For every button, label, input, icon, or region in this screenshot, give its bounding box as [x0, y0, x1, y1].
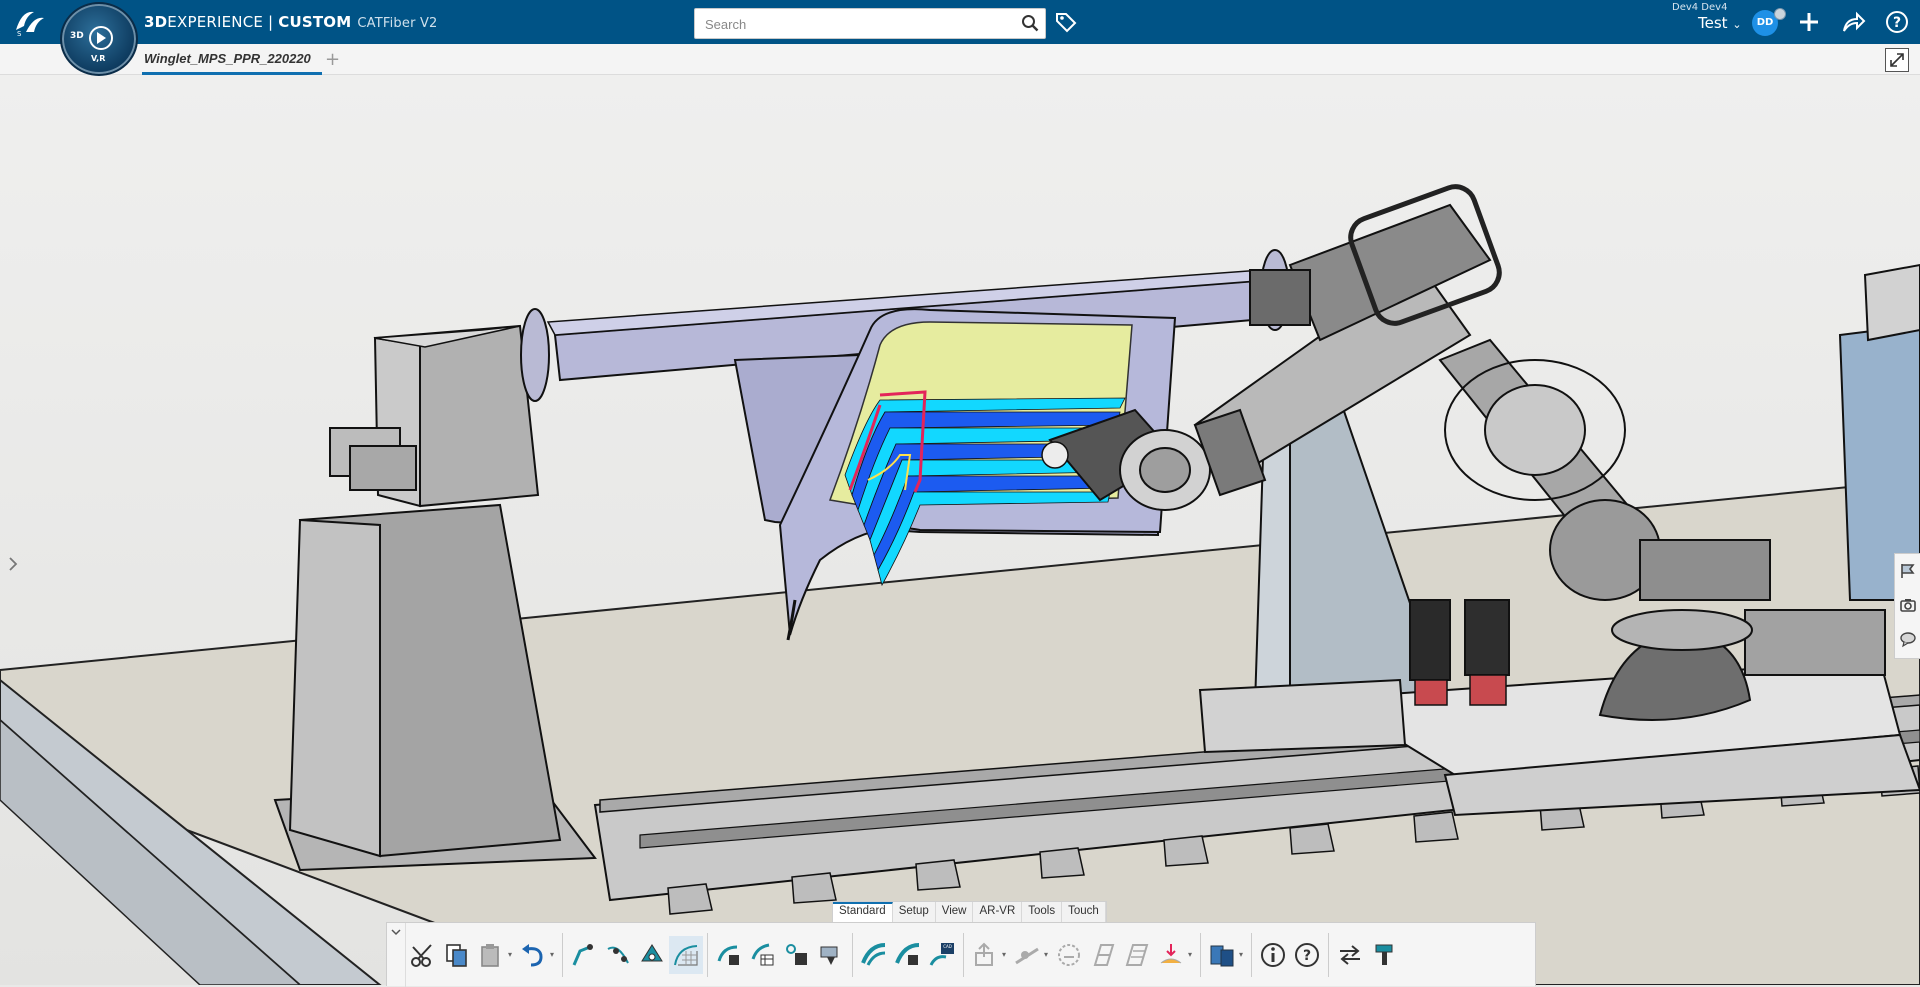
- compass-icon[interactable]: 3D V,R: [60, 2, 138, 76]
- ply-flat-icon[interactable]: [1120, 936, 1154, 974]
- tag-icon[interactable]: [1054, 10, 1078, 34]
- camera-icon[interactable]: [1895, 588, 1920, 622]
- collab-space-label: Test: [1698, 14, 1728, 32]
- layup-grid-icon[interactable]: [669, 935, 703, 974]
- chevron-down-icon[interactable]: ▾: [1188, 950, 1196, 959]
- flag-icon[interactable]: [1895, 554, 1920, 588]
- simulation-icon[interactable]: [814, 936, 848, 974]
- brand-name: EXPERIENCE |: [167, 13, 279, 31]
- info-icon[interactable]: [1256, 936, 1290, 974]
- chevron-down-icon: ⌄: [1732, 18, 1742, 31]
- action-bar: ▾ ▾ CAD ▾ ▾ ▾ ▾ ?: [386, 922, 1536, 987]
- undo-icon[interactable]: [516, 936, 550, 974]
- compass-3d-label: 3D: [70, 31, 84, 41]
- tab-view[interactable]: View: [936, 902, 974, 924]
- svg-text:CAD: CAD: [943, 944, 952, 949]
- compass-vr-label: V,R: [91, 54, 106, 63]
- help-icon[interactable]: ?: [1290, 936, 1324, 974]
- copy-icon[interactable]: [440, 936, 474, 974]
- tab-tools[interactable]: Tools: [1022, 902, 1063, 924]
- toolbar-separator: [1200, 932, 1201, 977]
- view-mode-icon[interactable]: [1205, 936, 1239, 974]
- help-circle-icon[interactable]: ?: [1884, 9, 1910, 35]
- chevron-down-icon[interactable]: ▾: [550, 950, 558, 959]
- add-tab-button[interactable]: +: [325, 49, 340, 70]
- paste-icon[interactable]: [474, 936, 508, 974]
- ply-book-icon[interactable]: [1086, 936, 1120, 974]
- maximize-icon[interactable]: [1885, 48, 1909, 72]
- chevron-right-icon[interactable]: [6, 553, 20, 575]
- add-icon[interactable]: [1796, 9, 1822, 35]
- 3d-viewport[interactable]: [0, 75, 1920, 985]
- chevron-down-icon[interactable]: ▾: [1239, 950, 1247, 959]
- svg-text:S: S: [17, 30, 22, 38]
- export-icon[interactable]: [968, 936, 1002, 974]
- toolbar-separator: [963, 932, 964, 977]
- right-toolbar: [1894, 553, 1920, 659]
- app-name: CATFiber V2: [357, 16, 438, 31]
- action-bar-tabs: Standard Setup View AR-VR Tools Touch: [832, 901, 1107, 924]
- tab-setup[interactable]: Setup: [893, 902, 936, 924]
- material-icon[interactable]: [780, 936, 814, 974]
- drape-icon[interactable]: [1154, 936, 1188, 974]
- tab-bar: Winglet_MPS_PPR_220220 +: [0, 44, 1920, 75]
- search-box[interactable]: [694, 8, 1046, 39]
- brand-prefix: 3D: [144, 13, 168, 31]
- chevron-down-icon[interactable]: ▾: [508, 950, 516, 959]
- app-title: 3DEXPERIENCE | CUSTOM CATFiber V2: [144, 13, 438, 31]
- search-icon[interactable]: [1021, 14, 1039, 32]
- chevron-down-icon[interactable]: ▾: [1002, 950, 1010, 959]
- brand-custom: CUSTOM: [278, 13, 352, 31]
- tab-winglet[interactable]: Winglet_MPS_PPR_220220: [142, 48, 322, 75]
- compass-play-icon[interactable]: [89, 26, 113, 50]
- dassault-logo-icon[interactable]: S: [12, 6, 48, 38]
- svg-text:?: ?: [1303, 948, 1311, 964]
- robot-path-icon[interactable]: [567, 936, 601, 974]
- update-icon[interactable]: [1333, 936, 1367, 974]
- search-input[interactable]: [703, 14, 1007, 34]
- presence-status-icon: [1774, 8, 1786, 20]
- transform-icon[interactable]: [635, 936, 669, 974]
- toolbar-separator: [1251, 932, 1252, 977]
- scene-render[interactable]: [0, 75, 1920, 985]
- settings-tool-icon[interactable]: [1367, 936, 1401, 974]
- point-icon[interactable]: [601, 936, 635, 974]
- numbering-icon[interactable]: [1052, 936, 1086, 974]
- ply-tool-icon[interactable]: [712, 936, 746, 974]
- top-bar: S 3DEXPERIENCE | CUSTOMCATFiber V2 Dev4 …: [0, 0, 1920, 44]
- cad-fiber-icon[interactable]: CAD: [925, 936, 959, 974]
- chevron-down-icon[interactable]: ▾: [1044, 950, 1052, 959]
- fiber-tool-icon[interactable]: [891, 936, 925, 974]
- collapse-toolbar-icon[interactable]: [387, 922, 406, 987]
- comment-icon[interactable]: [1895, 622, 1920, 656]
- tab-standard[interactable]: Standard: [833, 902, 893, 924]
- toolbar-separator: [562, 932, 563, 977]
- ply-table-icon[interactable]: [746, 936, 780, 974]
- svg-text:?: ?: [1893, 15, 1901, 31]
- fiber-path-icon[interactable]: [857, 936, 891, 974]
- toolbar-separator: [852, 932, 853, 977]
- tab-touch[interactable]: Touch: [1062, 902, 1106, 924]
- toolbar-separator: [707, 932, 708, 977]
- tab-ar-vr[interactable]: AR-VR: [973, 902, 1023, 924]
- share-icon[interactable]: [1840, 9, 1866, 35]
- fiber-plies: [844, 390, 1126, 587]
- toolbar-separator: [1328, 932, 1329, 977]
- cut-icon[interactable]: [406, 936, 440, 974]
- analysis-icon[interactable]: [1010, 936, 1044, 974]
